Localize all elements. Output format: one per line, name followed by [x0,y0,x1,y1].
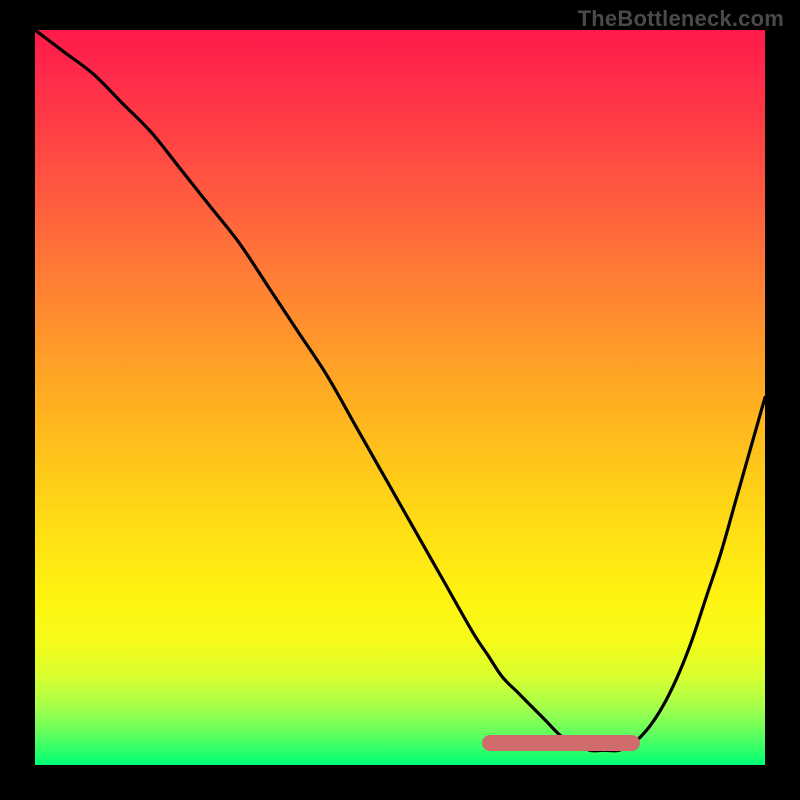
plot-area [35,30,765,765]
watermark-text: TheBottleneck.com [578,6,784,32]
chart-frame: TheBottleneck.com [0,0,800,800]
highlight-marker [482,735,640,751]
curve-layer [35,30,765,765]
bottleneck-curve [35,30,765,751]
